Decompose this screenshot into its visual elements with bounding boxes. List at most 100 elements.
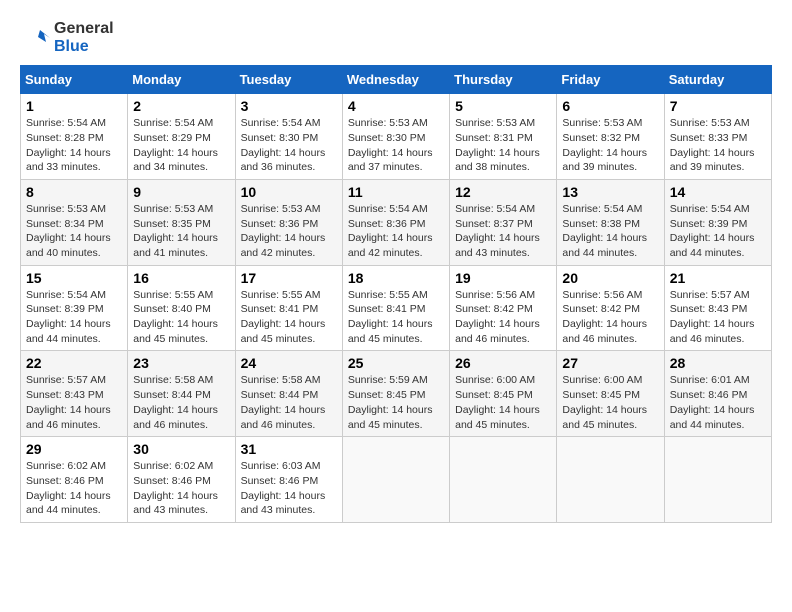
day-header-friday: Friday: [557, 66, 664, 94]
day-number: 14: [670, 184, 766, 200]
day-number: 13: [562, 184, 658, 200]
day-info: Sunrise: 6:02 AMSunset: 8:46 PMDaylight:…: [26, 460, 111, 516]
day-number: 5: [455, 98, 551, 114]
day-info: Sunrise: 5:59 AMSunset: 8:45 PMDaylight:…: [348, 374, 433, 430]
day-cell-7: 7 Sunrise: 5:53 AMSunset: 8:33 PMDayligh…: [664, 94, 771, 180]
day-info: Sunrise: 5:54 AMSunset: 8:38 PMDaylight:…: [562, 203, 647, 259]
empty-cell: [664, 437, 771, 523]
day-number: 29: [26, 441, 122, 457]
day-info: Sunrise: 5:53 AMSunset: 8:32 PMDaylight:…: [562, 117, 647, 173]
day-info: Sunrise: 5:54 AMSunset: 8:39 PMDaylight:…: [26, 289, 111, 345]
day-header-thursday: Thursday: [450, 66, 557, 94]
day-number: 3: [241, 98, 337, 114]
day-number: 24: [241, 355, 337, 371]
day-info: Sunrise: 6:00 AMSunset: 8:45 PMDaylight:…: [562, 374, 647, 430]
day-info: Sunrise: 5:54 AMSunset: 8:37 PMDaylight:…: [455, 203, 540, 259]
day-cell-5: 5 Sunrise: 5:53 AMSunset: 8:31 PMDayligh…: [450, 94, 557, 180]
day-cell-16: 16 Sunrise: 5:55 AMSunset: 8:40 PMDaylig…: [128, 265, 235, 351]
day-number: 22: [26, 355, 122, 371]
day-number: 18: [348, 270, 444, 286]
day-number: 12: [455, 184, 551, 200]
logo: GeneralBlue: [20, 20, 114, 55]
day-number: 7: [670, 98, 766, 114]
day-info: Sunrise: 5:53 AMSunset: 8:33 PMDaylight:…: [670, 117, 755, 173]
day-number: 16: [133, 270, 229, 286]
logo-bird-icon: [20, 22, 52, 54]
day-number: 15: [26, 270, 122, 286]
day-cell-19: 19 Sunrise: 5:56 AMSunset: 8:42 PMDaylig…: [450, 265, 557, 351]
day-info: Sunrise: 5:54 AMSunset: 8:39 PMDaylight:…: [670, 203, 755, 259]
day-cell-20: 20 Sunrise: 5:56 AMSunset: 8:42 PMDaylig…: [557, 265, 664, 351]
day-cell-15: 15 Sunrise: 5:54 AMSunset: 8:39 PMDaylig…: [21, 265, 128, 351]
day-info: Sunrise: 5:56 AMSunset: 8:42 PMDaylight:…: [562, 289, 647, 345]
day-cell-17: 17 Sunrise: 5:55 AMSunset: 8:41 PMDaylig…: [235, 265, 342, 351]
day-cell-11: 11 Sunrise: 5:54 AMSunset: 8:36 PMDaylig…: [342, 179, 449, 265]
day-info: Sunrise: 5:53 AMSunset: 8:30 PMDaylight:…: [348, 117, 433, 173]
day-info: Sunrise: 5:55 AMSunset: 8:40 PMDaylight:…: [133, 289, 218, 345]
day-info: Sunrise: 6:02 AMSunset: 8:46 PMDaylight:…: [133, 460, 218, 516]
day-cell-2: 2 Sunrise: 5:54 AMSunset: 8:29 PMDayligh…: [128, 94, 235, 180]
days-header-row: SundayMondayTuesdayWednesdayThursdayFrid…: [21, 66, 772, 94]
day-number: 25: [348, 355, 444, 371]
day-number: 6: [562, 98, 658, 114]
week-row-1: 1 Sunrise: 5:54 AMSunset: 8:28 PMDayligh…: [21, 94, 772, 180]
day-number: 1: [26, 98, 122, 114]
day-cell-30: 30 Sunrise: 6:02 AMSunset: 8:46 PMDaylig…: [128, 437, 235, 523]
day-number: 21: [670, 270, 766, 286]
day-info: Sunrise: 5:54 AMSunset: 8:30 PMDaylight:…: [241, 117, 326, 173]
day-number: 26: [455, 355, 551, 371]
day-number: 23: [133, 355, 229, 371]
day-info: Sunrise: 5:53 AMSunset: 8:35 PMDaylight:…: [133, 203, 218, 259]
day-cell-13: 13 Sunrise: 5:54 AMSunset: 8:38 PMDaylig…: [557, 179, 664, 265]
day-info: Sunrise: 5:53 AMSunset: 8:31 PMDaylight:…: [455, 117, 540, 173]
day-cell-9: 9 Sunrise: 5:53 AMSunset: 8:35 PMDayligh…: [128, 179, 235, 265]
day-info: Sunrise: 6:03 AMSunset: 8:46 PMDaylight:…: [241, 460, 326, 516]
day-cell-28: 28 Sunrise: 6:01 AMSunset: 8:46 PMDaylig…: [664, 351, 771, 437]
day-info: Sunrise: 5:58 AMSunset: 8:44 PMDaylight:…: [133, 374, 218, 430]
day-cell-3: 3 Sunrise: 5:54 AMSunset: 8:30 PMDayligh…: [235, 94, 342, 180]
day-number: 31: [241, 441, 337, 457]
day-cell-10: 10 Sunrise: 5:53 AMSunset: 8:36 PMDaylig…: [235, 179, 342, 265]
day-number: 17: [241, 270, 337, 286]
day-cell-4: 4 Sunrise: 5:53 AMSunset: 8:30 PMDayligh…: [342, 94, 449, 180]
day-info: Sunrise: 5:58 AMSunset: 8:44 PMDaylight:…: [241, 374, 326, 430]
day-header-saturday: Saturday: [664, 66, 771, 94]
day-cell-26: 26 Sunrise: 6:00 AMSunset: 8:45 PMDaylig…: [450, 351, 557, 437]
day-number: 20: [562, 270, 658, 286]
day-number: 30: [133, 441, 229, 457]
day-cell-27: 27 Sunrise: 6:00 AMSunset: 8:45 PMDaylig…: [557, 351, 664, 437]
day-number: 4: [348, 98, 444, 114]
day-number: 28: [670, 355, 766, 371]
page-header: GeneralBlue: [20, 20, 772, 55]
day-info: Sunrise: 5:55 AMSunset: 8:41 PMDaylight:…: [348, 289, 433, 345]
day-info: Sunrise: 5:54 AMSunset: 8:36 PMDaylight:…: [348, 203, 433, 259]
week-row-5: 29 Sunrise: 6:02 AMSunset: 8:46 PMDaylig…: [21, 437, 772, 523]
day-number: 11: [348, 184, 444, 200]
empty-cell: [342, 437, 449, 523]
day-cell-29: 29 Sunrise: 6:02 AMSunset: 8:46 PMDaylig…: [21, 437, 128, 523]
day-cell-31: 31 Sunrise: 6:03 AMSunset: 8:46 PMDaylig…: [235, 437, 342, 523]
day-number: 19: [455, 270, 551, 286]
day-cell-12: 12 Sunrise: 5:54 AMSunset: 8:37 PMDaylig…: [450, 179, 557, 265]
day-cell-24: 24 Sunrise: 5:58 AMSunset: 8:44 PMDaylig…: [235, 351, 342, 437]
day-info: Sunrise: 5:56 AMSunset: 8:42 PMDaylight:…: [455, 289, 540, 345]
day-number: 10: [241, 184, 337, 200]
day-info: Sunrise: 5:54 AMSunset: 8:29 PMDaylight:…: [133, 117, 218, 173]
day-info: Sunrise: 5:53 AMSunset: 8:36 PMDaylight:…: [241, 203, 326, 259]
week-row-2: 8 Sunrise: 5:53 AMSunset: 8:34 PMDayligh…: [21, 179, 772, 265]
day-info: Sunrise: 6:01 AMSunset: 8:46 PMDaylight:…: [670, 374, 755, 430]
week-row-3: 15 Sunrise: 5:54 AMSunset: 8:39 PMDaylig…: [21, 265, 772, 351]
day-header-tuesday: Tuesday: [235, 66, 342, 94]
day-info: Sunrise: 5:55 AMSunset: 8:41 PMDaylight:…: [241, 289, 326, 345]
day-cell-14: 14 Sunrise: 5:54 AMSunset: 8:39 PMDaylig…: [664, 179, 771, 265]
day-header-monday: Monday: [128, 66, 235, 94]
day-header-wednesday: Wednesday: [342, 66, 449, 94]
day-info: Sunrise: 5:57 AMSunset: 8:43 PMDaylight:…: [26, 374, 111, 430]
day-number: 8: [26, 184, 122, 200]
day-cell-25: 25 Sunrise: 5:59 AMSunset: 8:45 PMDaylig…: [342, 351, 449, 437]
day-info: Sunrise: 5:54 AMSunset: 8:28 PMDaylight:…: [26, 117, 111, 173]
logo-text: GeneralBlue: [54, 20, 114, 55]
logo-general-text: General: [54, 20, 114, 38]
day-number: 27: [562, 355, 658, 371]
day-cell-23: 23 Sunrise: 5:58 AMSunset: 8:44 PMDaylig…: [128, 351, 235, 437]
